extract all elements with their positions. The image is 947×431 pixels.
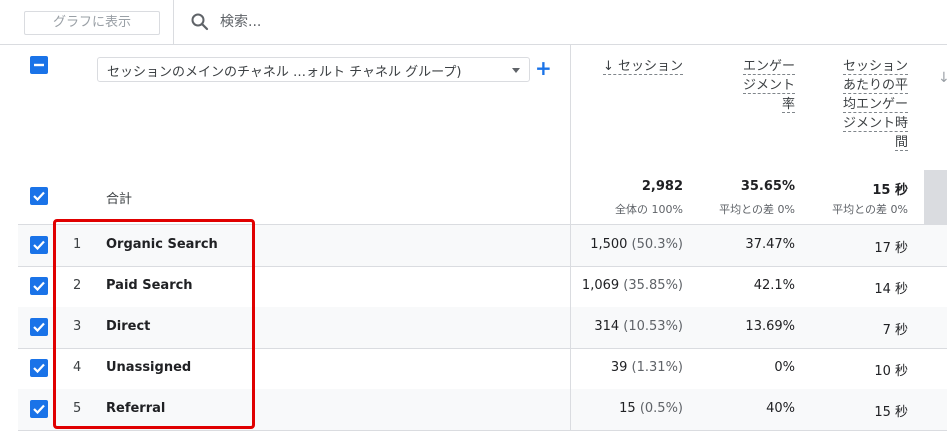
- sort-arrow-icon[interactable]: ↓: [938, 70, 947, 86]
- select-all-checkbox[interactable]: [30, 56, 48, 74]
- dropdown-arrow-icon: [512, 68, 520, 73]
- column-divider: [570, 348, 571, 389]
- totals-label: 合計: [106, 192, 133, 207]
- search-icon[interactable]: [190, 12, 210, 32]
- sessions-cell: 314 (10.53%): [594, 319, 683, 334]
- column-divider: [570, 266, 571, 307]
- highlight-box: [53, 219, 255, 429]
- sessions-cell: 39 (1.31%): [610, 360, 683, 375]
- total-engagement-rate-sub: 平均との差 0%: [719, 203, 795, 216]
- engagement-rate-cell: 0%: [774, 360, 795, 375]
- avg-time-cell: 15 秒: [874, 405, 908, 420]
- engagement-rate-cell: 40%: [766, 401, 795, 416]
- column-header-engagement-rate[interactable]: エンゲー ジメント 率: [700, 57, 795, 114]
- row-checkbox[interactable]: [30, 236, 48, 254]
- row-checkbox[interactable]: [30, 400, 48, 418]
- column-divider: [570, 389, 571, 430]
- totals-checkbox[interactable]: [30, 187, 48, 205]
- avg-time-cell: 10 秒: [874, 364, 908, 379]
- total-sessions-sub: 全体の 100%: [615, 203, 683, 216]
- dimension-selector[interactable]: セッションのメインのチャネル …ォルト チャネル グループ): [97, 57, 530, 82]
- avg-time-cell: 17 秒: [874, 241, 908, 256]
- column-divider: [570, 225, 571, 266]
- column-header-sessions[interactable]: ↓ セッション: [580, 57, 683, 76]
- total-sessions: 2,982: [641, 179, 683, 194]
- total-avg-time: 15 秒: [872, 183, 908, 198]
- engagement-rate-cell: 37.47%: [745, 237, 795, 252]
- row-checkbox[interactable]: [30, 318, 48, 336]
- sessions-cell: 15 (0.5%): [619, 401, 683, 416]
- scrollbar[interactable]: [924, 170, 947, 224]
- row-checkbox[interactable]: [30, 277, 48, 295]
- add-dimension-button[interactable]: +: [535, 57, 552, 79]
- sessions-cell: 1,500 (50.3%): [590, 237, 683, 252]
- column-divider: [570, 307, 571, 348]
- row-checkbox[interactable]: [30, 359, 48, 377]
- total-avg-time-sub: 平均との差 0%: [832, 203, 908, 216]
- avg-time-cell: 7 秒: [882, 323, 908, 338]
- sessions-cell: 1,069 (35.85%): [581, 278, 683, 293]
- total-engagement-rate: 35.65%: [740, 179, 795, 194]
- toolbar-divider: [173, 0, 174, 44]
- dimension-label: セッションのメインのチャネル …ォルト チャネル グループ): [107, 65, 462, 80]
- show-in-graph-button[interactable]: グラフに表示: [24, 11, 160, 35]
- search-input[interactable]: [220, 11, 520, 33]
- column-header-avg-engagement-time[interactable]: セッション あたりの平 均エンゲー ジメント時 間: [810, 57, 908, 152]
- engagement-rate-cell: 13.69%: [745, 319, 795, 334]
- avg-time-cell: 14 秒: [874, 282, 908, 297]
- engagement-rate-cell: 42.1%: [753, 278, 795, 293]
